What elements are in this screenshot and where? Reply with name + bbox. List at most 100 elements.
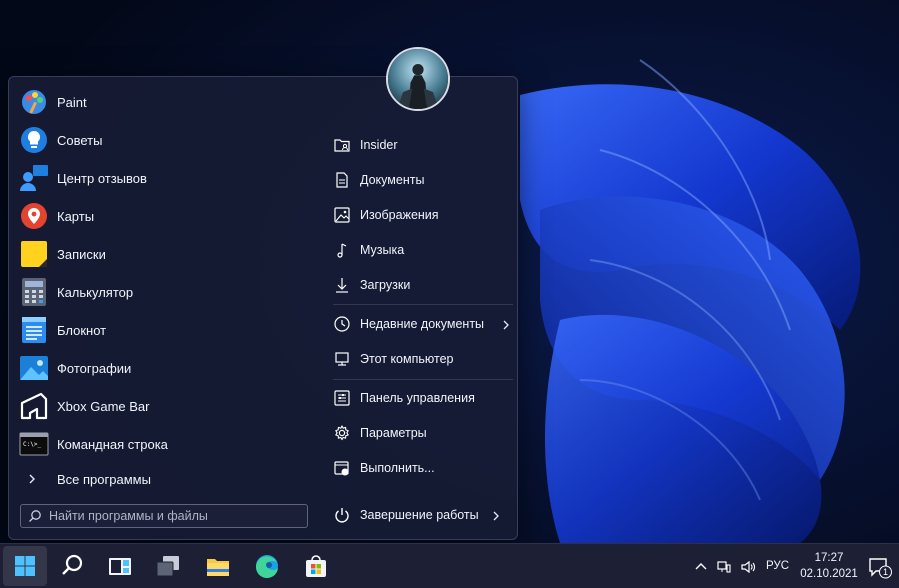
place-label: Этот компьютер (360, 352, 454, 366)
app-label: Командная строка (57, 436, 168, 452)
app-item-photos[interactable]: Фотографии (9, 349, 309, 387)
place-item-settings[interactable]: Параметры (327, 418, 507, 448)
edge-icon (255, 555, 278, 579)
notepad-icon (19, 315, 49, 345)
search-box[interactable] (20, 504, 308, 528)
place-item-recent-documents[interactable]: Недавние документы (327, 309, 509, 339)
place-label: Документы (360, 173, 425, 187)
place-label: Недавние документы (360, 317, 485, 331)
app-label: Записки (57, 246, 106, 262)
music-icon (333, 241, 351, 259)
chevron-right-icon (25, 472, 39, 486)
app-item-calculator[interactable]: Калькулятор (9, 273, 309, 311)
clock-date: 02.10.2021 (800, 568, 858, 580)
app-item-tips[interactable]: Советы (9, 121, 309, 159)
edge-button[interactable] (245, 546, 289, 586)
start-button[interactable] (3, 546, 47, 586)
gear-icon (333, 424, 351, 442)
place-item-control-panel[interactable]: Панель управления (327, 383, 507, 413)
chevron-right-icon (491, 509, 501, 521)
place-item-insider[interactable]: Insider (327, 130, 507, 160)
volume-icon[interactable] (740, 559, 756, 575)
task-view-icon (109, 558, 131, 575)
clock-time: 17:27 (814, 552, 844, 564)
user-avatar[interactable] (386, 47, 450, 111)
divider (333, 379, 513, 380)
calculator-icon (19, 277, 49, 307)
start-icon (15, 556, 35, 576)
app-label: Блокнот (57, 322, 107, 338)
place-label: Параметры (360, 426, 427, 440)
shutdown-label: Завершение работы (360, 508, 479, 522)
computer-icon (333, 350, 351, 368)
place-label: Музыка (360, 243, 405, 257)
store-button[interactable] (294, 546, 338, 586)
app-item-maps[interactable]: Карты (9, 197, 309, 235)
notification-count: 1 (882, 567, 888, 577)
download-icon (333, 276, 351, 294)
app-item-xbox-game-bar[interactable]: Xbox Game Bar (9, 387, 309, 425)
shutdown-button[interactable]: Завершение работы (327, 500, 507, 530)
taskbar-search-button[interactable] (50, 546, 94, 586)
place-label: Загрузки (360, 278, 411, 292)
file-explorer-button[interactable] (196, 546, 240, 586)
power-icon (333, 506, 351, 524)
all-programs-button[interactable]: Все программы (9, 467, 309, 491)
search-input[interactable] (49, 505, 299, 527)
all-programs-label: Все программы (57, 471, 151, 487)
app-label: Центр отзывов (57, 170, 147, 186)
place-label: Выполнить... (360, 461, 435, 475)
app-label: Советы (57, 132, 103, 148)
place-item-this-pc[interactable]: Этот компьютер (327, 344, 507, 374)
app-item-paint[interactable]: Paint (9, 83, 309, 121)
place-label: Панель управления (360, 391, 475, 405)
place-label: Insider (360, 138, 398, 152)
place-item-downloads[interactable]: Загрузки (327, 270, 507, 300)
folder-user-icon (333, 136, 351, 154)
command-prompt-icon: C:\>_ (19, 429, 49, 459)
chevron-up-icon[interactable] (693, 559, 709, 575)
control-panel-icon (333, 389, 351, 407)
app-item-sticky-notes[interactable]: Записки (9, 235, 309, 273)
place-item-music[interactable]: Музыка (327, 235, 507, 265)
app-label: Калькулятор (57, 284, 134, 300)
input-language-indicator[interactable]: РУС (766, 560, 789, 572)
place-label: Изображения (360, 208, 439, 222)
maps-icon (19, 201, 49, 231)
xbox-game-bar-icon (19, 391, 49, 421)
notifications-button[interactable]: 1 (868, 557, 892, 579)
search-icon (29, 510, 41, 522)
app-label: Карты (57, 208, 95, 224)
paint-icon (19, 87, 49, 117)
widgets-button[interactable] (146, 546, 190, 586)
file-explorer-icon (207, 559, 229, 576)
tips-icon (19, 125, 49, 155)
photos-icon (19, 353, 49, 383)
clock-icon (333, 315, 351, 333)
place-item-documents[interactable]: Документы (327, 165, 507, 195)
app-label: Фотографии (57, 360, 132, 376)
start-menu: Paint Советы Центр отзывов Карты Записки… (8, 76, 518, 540)
clock[interactable]: 17:27 02.10.2021 (797, 550, 861, 582)
widgets-icon (156, 556, 179, 577)
run-icon (333, 459, 351, 477)
taskbar: РУС 17:27 02.10.2021 1 (0, 543, 899, 588)
app-item-feedback-hub[interactable]: Центр отзывов (9, 159, 309, 197)
app-label: Paint (57, 94, 87, 110)
divider (333, 304, 513, 305)
document-icon (333, 171, 351, 189)
place-item-run[interactable]: Выполнить... (327, 453, 507, 483)
app-label: Xbox Game Bar (57, 398, 150, 414)
image-icon (333, 206, 351, 224)
place-item-pictures[interactable]: Изображения (327, 200, 507, 230)
svg-text:C:\>_: C:\>_ (23, 441, 41, 448)
app-item-notepad[interactable]: Блокнот (9, 311, 309, 349)
store-icon (306, 555, 326, 577)
search-icon (62, 554, 83, 575)
app-item-command-prompt[interactable]: C:\>_ Командная строка (9, 425, 309, 463)
sticky-notes-icon (19, 239, 49, 269)
chevron-right-icon (501, 318, 511, 330)
network-icon[interactable] (716, 559, 732, 575)
feedback-hub-icon (19, 163, 49, 193)
task-view-button[interactable] (98, 546, 142, 586)
